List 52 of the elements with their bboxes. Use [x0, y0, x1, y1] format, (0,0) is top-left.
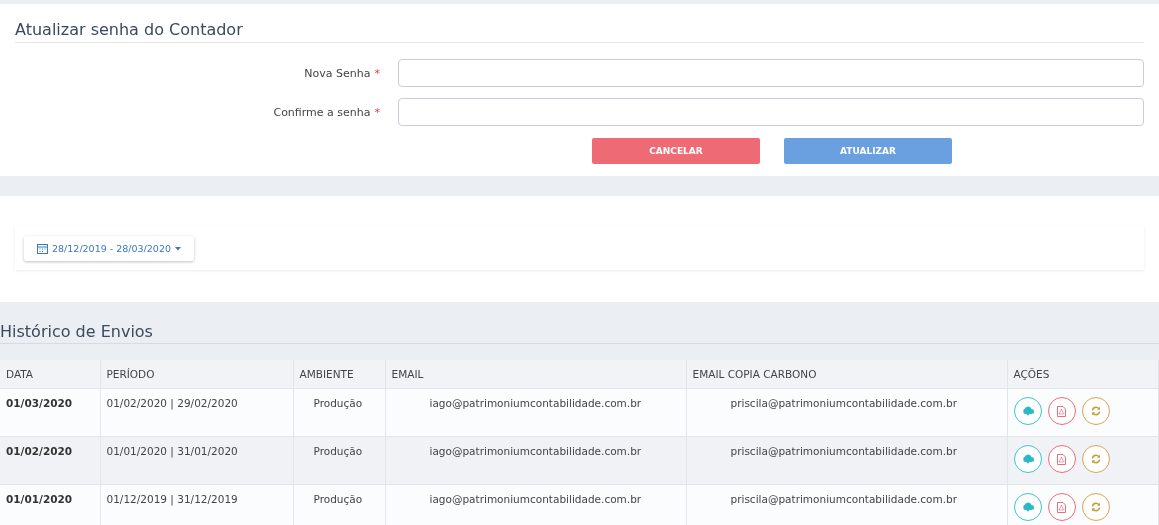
pdf-file-icon: [1057, 405, 1066, 417]
column-header: PERÍODO: [100, 360, 293, 389]
table-cell: Produção: [293, 436, 385, 485]
table-cell: 01/01/2020 | 31/01/2020: [100, 436, 293, 485]
column-header: AÇÕES: [1007, 360, 1159, 389]
cloud-upload-button[interactable]: [1013, 493, 1042, 521]
required-mark: *: [374, 66, 380, 80]
column-header: AMBIENTE: [293, 360, 385, 389]
pdf-button[interactable]: [1047, 493, 1076, 521]
panel-title: Atualizar senha do Contador: [15, 20, 244, 40]
table-cell: 01/01/2020: [0, 484, 100, 525]
refresh-button[interactable]: [1081, 493, 1110, 521]
cloud-icon: [1021, 454, 1034, 464]
table-cell: iago@patrimoniumcontabilidade.com.br: [385, 388, 686, 437]
caret-icon: [175, 246, 181, 251]
pdf-file-icon: [1057, 501, 1066, 513]
refresh-icon: [1090, 502, 1101, 512]
cloud-icon: [1021, 406, 1034, 416]
refresh-icon: [1090, 454, 1101, 464]
cloud-upload-button[interactable]: [1013, 445, 1042, 473]
table-cell: 01/02/2020: [0, 436, 100, 485]
refresh-button[interactable]: [1081, 445, 1110, 473]
password-field[interactable]: [398, 59, 1144, 87]
table-cell: priscila@patrimoniumcontabilidade.com.br: [686, 484, 1007, 525]
pdf-file-icon: [1057, 453, 1066, 465]
table-cell: priscila@patrimoniumcontabilidade.com.br: [686, 388, 1007, 437]
field-label: Nova Senha: [304, 66, 371, 80]
calendar-icon: [37, 243, 48, 254]
password-field[interactable]: [398, 98, 1144, 126]
column-header: EMAIL: [385, 360, 686, 389]
section-title: Histórico de Envios: [0, 322, 154, 342]
table-cell: iago@patrimoniumcontabilidade.com.br: [385, 436, 686, 485]
date-range-button[interactable]: 28/12/2019 - 28/03/2020: [24, 236, 194, 261]
column-header: EMAIL COPIA CARBONO: [686, 360, 1007, 389]
cancel-button[interactable]: CANCELAR: [592, 138, 760, 164]
column-header: DATA: [0, 360, 100, 389]
pdf-button[interactable]: [1047, 445, 1076, 473]
required-mark: *: [374, 105, 380, 119]
refresh-button[interactable]: [1081, 397, 1110, 425]
cloud-upload-button[interactable]: [1013, 397, 1042, 425]
table-cell: 01/12/2019 | 31/12/2019: [100, 484, 293, 525]
table-cell: 01/03/2020: [0, 388, 100, 437]
field-label: Confirme a senha: [273, 105, 371, 119]
table-cell: priscila@patrimoniumcontabilidade.com.br: [686, 436, 1007, 485]
cloud-icon: [1021, 502, 1034, 512]
table-cell: Produção: [293, 388, 385, 437]
table-cell: 01/02/2020 | 29/02/2020: [100, 388, 293, 437]
table-cell: iago@patrimoniumcontabilidade.com.br: [385, 484, 686, 525]
pdf-button[interactable]: [1047, 397, 1076, 425]
refresh-icon: [1090, 406, 1101, 416]
update-button[interactable]: ATUALIZAR: [784, 138, 952, 164]
table-cell: Produção: [293, 484, 385, 525]
